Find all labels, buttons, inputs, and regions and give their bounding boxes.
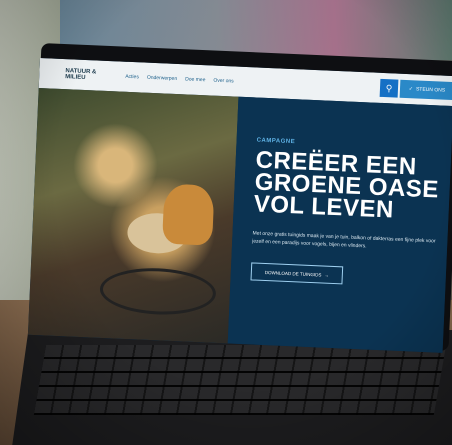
person-figure <box>162 183 215 246</box>
hero-body: Met onze gratis tuingids maak je van je … <box>252 230 436 250</box>
download-guide-button[interactable]: DOWNLOAD DE TUINGIDS → <box>250 262 344 285</box>
menu-item-doe-mee[interactable]: Doe mee <box>185 76 206 83</box>
laptop-screen: NATUUR & MILIEU Acties Onderwerpen Doe m… <box>27 58 452 353</box>
support-button[interactable]: ✓ STEUN ONS <box>399 79 452 101</box>
support-button-label: STEUN ONS <box>415 86 446 94</box>
menu-item-over-ons[interactable]: Over ons <box>213 78 234 85</box>
site-logo[interactable]: NATUUR & MILIEU <box>65 68 105 82</box>
menu-item-acties[interactable]: Acties <box>125 74 139 81</box>
campaign-label: CAMPAGNE <box>256 137 296 146</box>
chair-figure <box>98 265 217 317</box>
search-button[interactable]: ⚲ <box>379 78 399 98</box>
search-icon: ⚲ <box>385 82 393 93</box>
laptop-keyboard <box>33 345 447 415</box>
hero-headline: CREËER EEN GROENE OASE VOL LEVEN <box>253 146 440 224</box>
hero-photo <box>27 87 239 344</box>
arrow-right-icon: → <box>324 272 330 278</box>
menu-item-onderwerpen[interactable]: Onderwerpen <box>147 75 178 82</box>
download-guide-label: DOWNLOAD DE TUINGIDS <box>264 269 322 277</box>
main-menu: Acties Onderwerpen Doe mee Over ons <box>125 74 234 85</box>
check-icon: ✓ <box>408 86 414 93</box>
photo-scene: NATUUR & MILIEU Acties Onderwerpen Doe m… <box>0 0 452 445</box>
hero-panel: CAMPAGNE CREËER EEN GROENE OASE VOL LEVE… <box>227 96 452 353</box>
